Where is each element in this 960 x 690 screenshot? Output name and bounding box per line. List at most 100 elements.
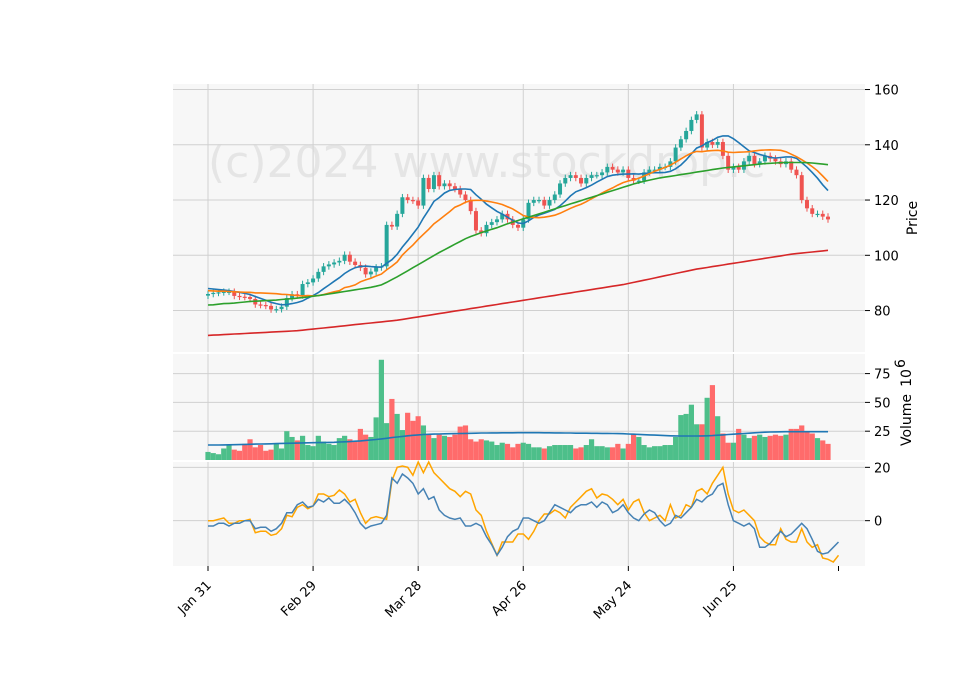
volume-bar: [820, 440, 826, 460]
candle-body: [216, 292, 221, 294]
volume-bar: [709, 385, 716, 460]
volume-bar: [515, 443, 521, 460]
x-tick-label: Feb 29: [278, 578, 320, 620]
candle-body: [426, 177, 431, 189]
candle-body: [799, 175, 804, 201]
candle-body: [442, 183, 447, 187]
price-axis-title: Price: [905, 201, 921, 235]
candle-body: [437, 175, 442, 187]
y-axes: 80 100 120 140 160 25 50 75 0 20: [865, 84, 899, 530]
candle-body: [684, 130, 689, 140]
volume-bar: [363, 434, 369, 460]
candle-body: [699, 114, 704, 148]
volume-bar: [205, 451, 211, 460]
volume-bar: [741, 434, 747, 460]
volume-bar: [757, 434, 763, 460]
volume-bar: [462, 425, 469, 460]
volume-bar: [667, 445, 673, 460]
candle-body: [447, 183, 452, 187]
candle-body: [274, 309, 279, 311]
indicator-panel-bg: [173, 462, 865, 566]
volume-bar: [399, 430, 406, 460]
candle-body: [395, 213, 400, 227]
candle-body: [542, 200, 547, 206]
volume-bar: [431, 438, 437, 460]
volume-bar: [588, 439, 595, 460]
candle-body: [374, 267, 379, 272]
candle-body: [537, 200, 542, 202]
volume-bar: [210, 453, 216, 460]
volume-bar: [483, 440, 490, 460]
volume-bar: [242, 443, 248, 460]
candle-body: [300, 284, 305, 296]
volume-tick-label: 75: [874, 368, 891, 383]
candle-body: [421, 177, 426, 206]
candle-body: [689, 119, 694, 131]
x-axis: Jan 31 Feb 29 Mar 28 Apr 26 May 24 Jun 25: [175, 566, 840, 622]
volume-bar: [468, 439, 474, 460]
volume-bar: [599, 446, 605, 460]
candle-body: [337, 260, 342, 263]
candle-body: [263, 305, 268, 307]
volume-tick-label: 50: [874, 396, 891, 411]
stock-chart: (c)2024 www.stockdrop.c 8010012014016025…: [173, 84, 921, 622]
volume-bar: [699, 424, 705, 460]
volume-bar: [825, 443, 831, 460]
volume-bar: [278, 448, 285, 460]
volume-bar: [531, 447, 537, 460]
volume-bar: [426, 434, 432, 460]
volume-bar: [252, 447, 258, 460]
volume-bar: [578, 447, 584, 460]
volume-bar: [221, 448, 227, 460]
volume-bar: [389, 398, 395, 460]
x-tick-label: Mar 28: [382, 578, 425, 621]
candle-body: [810, 208, 815, 214]
x-tick-label: May 24: [591, 578, 635, 622]
candle-body: [584, 177, 589, 184]
candle-body: [752, 155, 757, 165]
volume-bar: [662, 445, 668, 460]
candle-body: [311, 278, 316, 283]
volume-bar: [688, 404, 694, 460]
volume-multiplier-exponent: 6: [893, 359, 909, 368]
volume-axis-title: Volume: [899, 394, 915, 446]
indicator-tick-label: 20: [874, 461, 891, 476]
candle-body: [316, 271, 321, 279]
candle-body: [804, 200, 809, 209]
volume-bar: [583, 445, 589, 460]
candle-body: [347, 254, 352, 262]
candle-body: [237, 295, 242, 298]
candle-body: [573, 175, 578, 178]
volume-bar: [263, 450, 269, 460]
volume-bar: [778, 435, 784, 460]
price-tick-label: 80: [874, 305, 891, 320]
volume-bar: [620, 448, 626, 460]
candle-body: [516, 224, 520, 228]
volume-bar: [441, 435, 448, 460]
volume-bar: [494, 445, 500, 460]
volume-bar: [352, 441, 358, 460]
candle-body: [363, 267, 368, 275]
volume-bar: [525, 443, 532, 460]
candle-body: [747, 155, 752, 162]
volume-bar: [562, 445, 568, 460]
candle-body: [815, 213, 820, 216]
volume-bar: [378, 359, 384, 460]
volume-bar: [420, 425, 427, 460]
volume-bar: [641, 445, 647, 460]
candle-body: [579, 177, 584, 184]
volume-bar: [415, 416, 421, 460]
candle-body: [826, 216, 830, 220]
candle-body: [610, 166, 615, 170]
volume-bar: [284, 431, 290, 460]
volume-bar: [357, 428, 363, 460]
volume-bar: [326, 443, 332, 460]
candle-body: [258, 304, 263, 306]
volume-bar: [499, 442, 505, 460]
candle-body: [621, 169, 626, 173]
candle-body: [248, 297, 253, 299]
volume-bar: [273, 443, 279, 460]
volume-bar: [452, 434, 458, 460]
volume-bar: [630, 434, 637, 460]
volume-bar: [457, 426, 463, 460]
